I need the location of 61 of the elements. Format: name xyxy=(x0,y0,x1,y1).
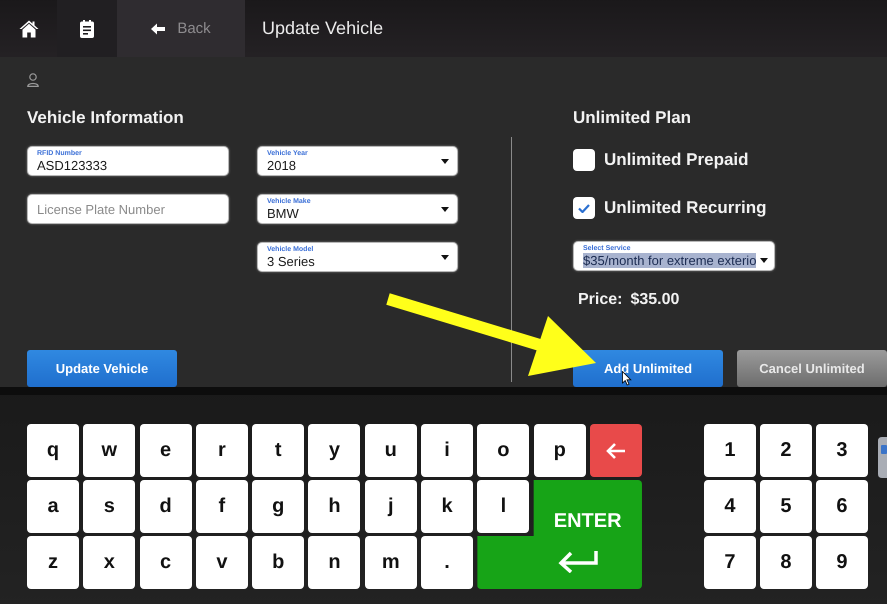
numpad-key[interactable]: 8 xyxy=(760,536,812,589)
numpad-key[interactable]: 1 xyxy=(704,424,756,477)
keyboard-key[interactable]: h xyxy=(308,480,360,533)
numpad-key[interactable]: 2 xyxy=(760,424,812,477)
back-button[interactable]: Back xyxy=(117,0,245,57)
caret-icon xyxy=(760,258,768,263)
caret-icon xyxy=(441,207,449,212)
keyboard-key[interactable]: i xyxy=(421,424,474,477)
checkbox-label: Unlimited Prepaid xyxy=(604,150,749,170)
keyboard-key[interactable]: c xyxy=(140,536,192,589)
keyboard-key[interactable]: z xyxy=(27,536,79,589)
keyboard-key[interactable]: l xyxy=(477,480,530,533)
keyboard-key[interactable]: y xyxy=(308,424,360,477)
keyboard-key[interactable]: x xyxy=(83,536,136,589)
update-vehicle-button[interactable]: Update Vehicle xyxy=(27,350,177,387)
keyboard-key[interactable]: k xyxy=(421,480,474,533)
checkbox[interactable] xyxy=(573,149,595,171)
keyboard-key[interactable]: s xyxy=(83,480,136,533)
keyboard-key[interactable]: v xyxy=(196,536,248,589)
numpad-key[interactable]: 6 xyxy=(816,480,868,533)
user-icon xyxy=(27,73,39,87)
backspace-key[interactable] xyxy=(590,424,642,477)
keyboard-key[interactable]: a xyxy=(27,480,79,533)
price-value: $35.00 xyxy=(630,290,680,310)
keyboard-key[interactable]: m xyxy=(364,536,417,589)
numpad-key[interactable]: 3 xyxy=(816,424,868,477)
caret-icon xyxy=(441,159,449,164)
keyboard-key[interactable]: j xyxy=(364,480,417,533)
selected-value: $35/month for extreme exterio xyxy=(583,253,756,268)
keyboard-key[interactable]: p xyxy=(534,424,586,477)
arrow-left-icon xyxy=(151,22,166,34)
home-icon xyxy=(18,20,38,38)
keyboard-key[interactable]: u xyxy=(364,424,417,477)
notepad-icon xyxy=(80,20,94,38)
keyboard-key[interactable]: . xyxy=(421,536,474,589)
checkbox-label: Unlimited Recurring xyxy=(604,198,766,218)
keyboard-key[interactable]: f xyxy=(196,480,248,533)
keyboard-key[interactable]: e xyxy=(140,424,192,477)
caret-icon xyxy=(441,255,449,260)
edge-tab-icon[interactable] xyxy=(878,437,887,478)
numpad-key[interactable]: 7 xyxy=(704,536,756,589)
numpad-key[interactable]: 9 xyxy=(816,536,868,589)
keyboard-key[interactable]: b xyxy=(252,536,304,589)
checkbox[interactable] xyxy=(573,197,595,219)
numpad-key[interactable]: 5 xyxy=(760,480,812,533)
keyboard-key[interactable]: n xyxy=(308,536,360,589)
keyboard-key[interactable]: w xyxy=(83,424,136,477)
keyboard-key[interactable]: g xyxy=(252,480,304,533)
section-heading: Unlimited Plan xyxy=(573,107,692,129)
keyboard-key[interactable]: r xyxy=(196,424,248,477)
keyboard-key[interactable]: t xyxy=(252,424,304,477)
page-title: Update Vehicle xyxy=(262,18,384,39)
numpad-key[interactable]: 4 xyxy=(704,480,756,533)
keyboard-key[interactable]: d xyxy=(140,480,192,533)
return-arrow-icon xyxy=(558,549,598,573)
section-heading: Vehicle Information xyxy=(27,107,184,129)
keyboard-key[interactable]: q xyxy=(27,424,79,477)
checkmark-icon xyxy=(578,204,590,212)
arrow-left-icon xyxy=(606,442,626,458)
price-label: Price: xyxy=(578,290,622,310)
keyboard-key[interactable]: o xyxy=(477,424,530,477)
